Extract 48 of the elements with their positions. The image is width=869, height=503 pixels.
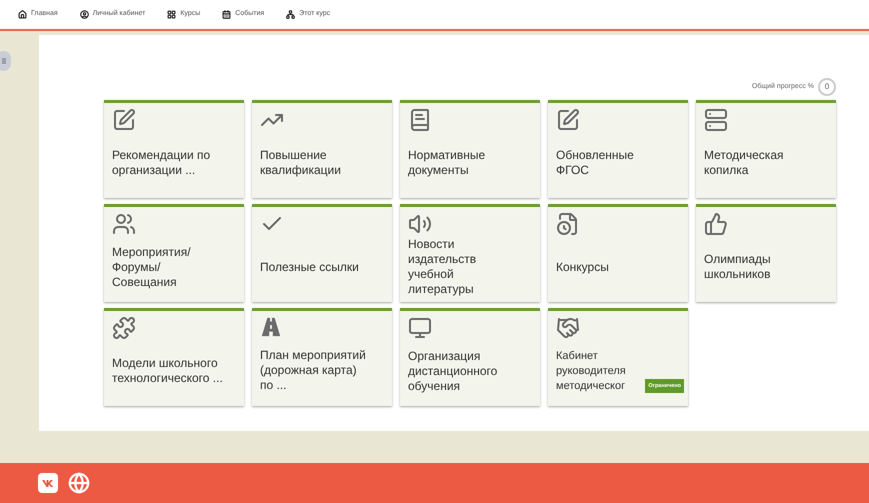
stacked-bars-icon	[704, 108, 728, 132]
course-tile[interactable]: Мероприятия/ Форумы/ Совещания	[104, 204, 244, 302]
hierarchy-icon	[286, 10, 296, 19]
vk-icon[interactable]	[38, 473, 58, 493]
course-tile[interactable]: Полезные ссылки	[252, 204, 392, 302]
course-tile[interactable]: Нормативные документы	[400, 100, 540, 198]
tile-title: Модели школьного технологического ...	[112, 356, 224, 386]
tile-title: Обновленные ФГОС	[556, 148, 635, 178]
tile-title: Методическая копилка	[704, 148, 784, 178]
tile-title: Мероприятия/ Форумы/ Совещания	[112, 244, 192, 290]
course-tile[interactable]: Рекомендации по организации ...	[104, 100, 244, 198]
tile-title: Организация дистанционного обучения	[408, 348, 498, 394]
course-tile[interactable]: Конкурсы	[548, 204, 688, 302]
course-tile[interactable]: Олимпиады школьников	[696, 204, 836, 302]
course-tile[interactable]: Повышение квалификации	[252, 100, 392, 198]
book-icon	[408, 108, 432, 132]
tile-title: Конкурсы	[556, 260, 609, 274]
tile-title: Полезные ссылки	[260, 260, 359, 274]
tile-title: Повышение квалификации	[260, 148, 342, 178]
calendar-icon	[222, 10, 232, 19]
tile-title: План мероприятий (дорожная карта) по ...	[260, 348, 367, 392]
tile-title: Кабинет руководителя методическог	[556, 348, 627, 394]
menu-icon	[2, 58, 6, 64]
course-tile[interactable]: План мероприятий (дорожная карта) по ...	[252, 308, 392, 406]
course-tile[interactable]: Обновленные ФГОС	[548, 100, 688, 198]
sidebar-toggle[interactable]	[0, 51, 11, 71]
users-icon	[112, 212, 136, 236]
user-circle-icon	[80, 10, 89, 19]
tile-title: Рекомендации по организации ...	[112, 148, 212, 178]
course-tile[interactable]: Организация дистанционного обучения	[400, 308, 540, 406]
edit-icon	[112, 108, 136, 132]
thumbs-up-icon	[704, 212, 728, 236]
handshake-icon	[556, 316, 580, 340]
home-icon	[18, 10, 27, 19]
course-tile[interactable]: Новости издательств учебной литературы	[400, 204, 540, 302]
road-icon	[260, 316, 282, 338]
tile-title: Олимпиады школьников	[704, 252, 772, 282]
document-clock-icon	[556, 212, 580, 236]
grid-icon	[167, 10, 176, 19]
edit-icon	[556, 108, 580, 132]
puzzle-icon	[112, 316, 136, 340]
speaker-icon	[408, 212, 432, 236]
monitor-icon	[408, 316, 432, 340]
tile-title: Нормативные документы	[408, 148, 486, 178]
course-tile[interactable]: Модели школьного технологического ...	[104, 308, 244, 406]
globe-icon[interactable]	[68, 472, 90, 494]
tile-title: Новости издательств учебной литературы	[408, 237, 478, 297]
course-tile[interactable]: Методическая копилка	[696, 100, 836, 198]
